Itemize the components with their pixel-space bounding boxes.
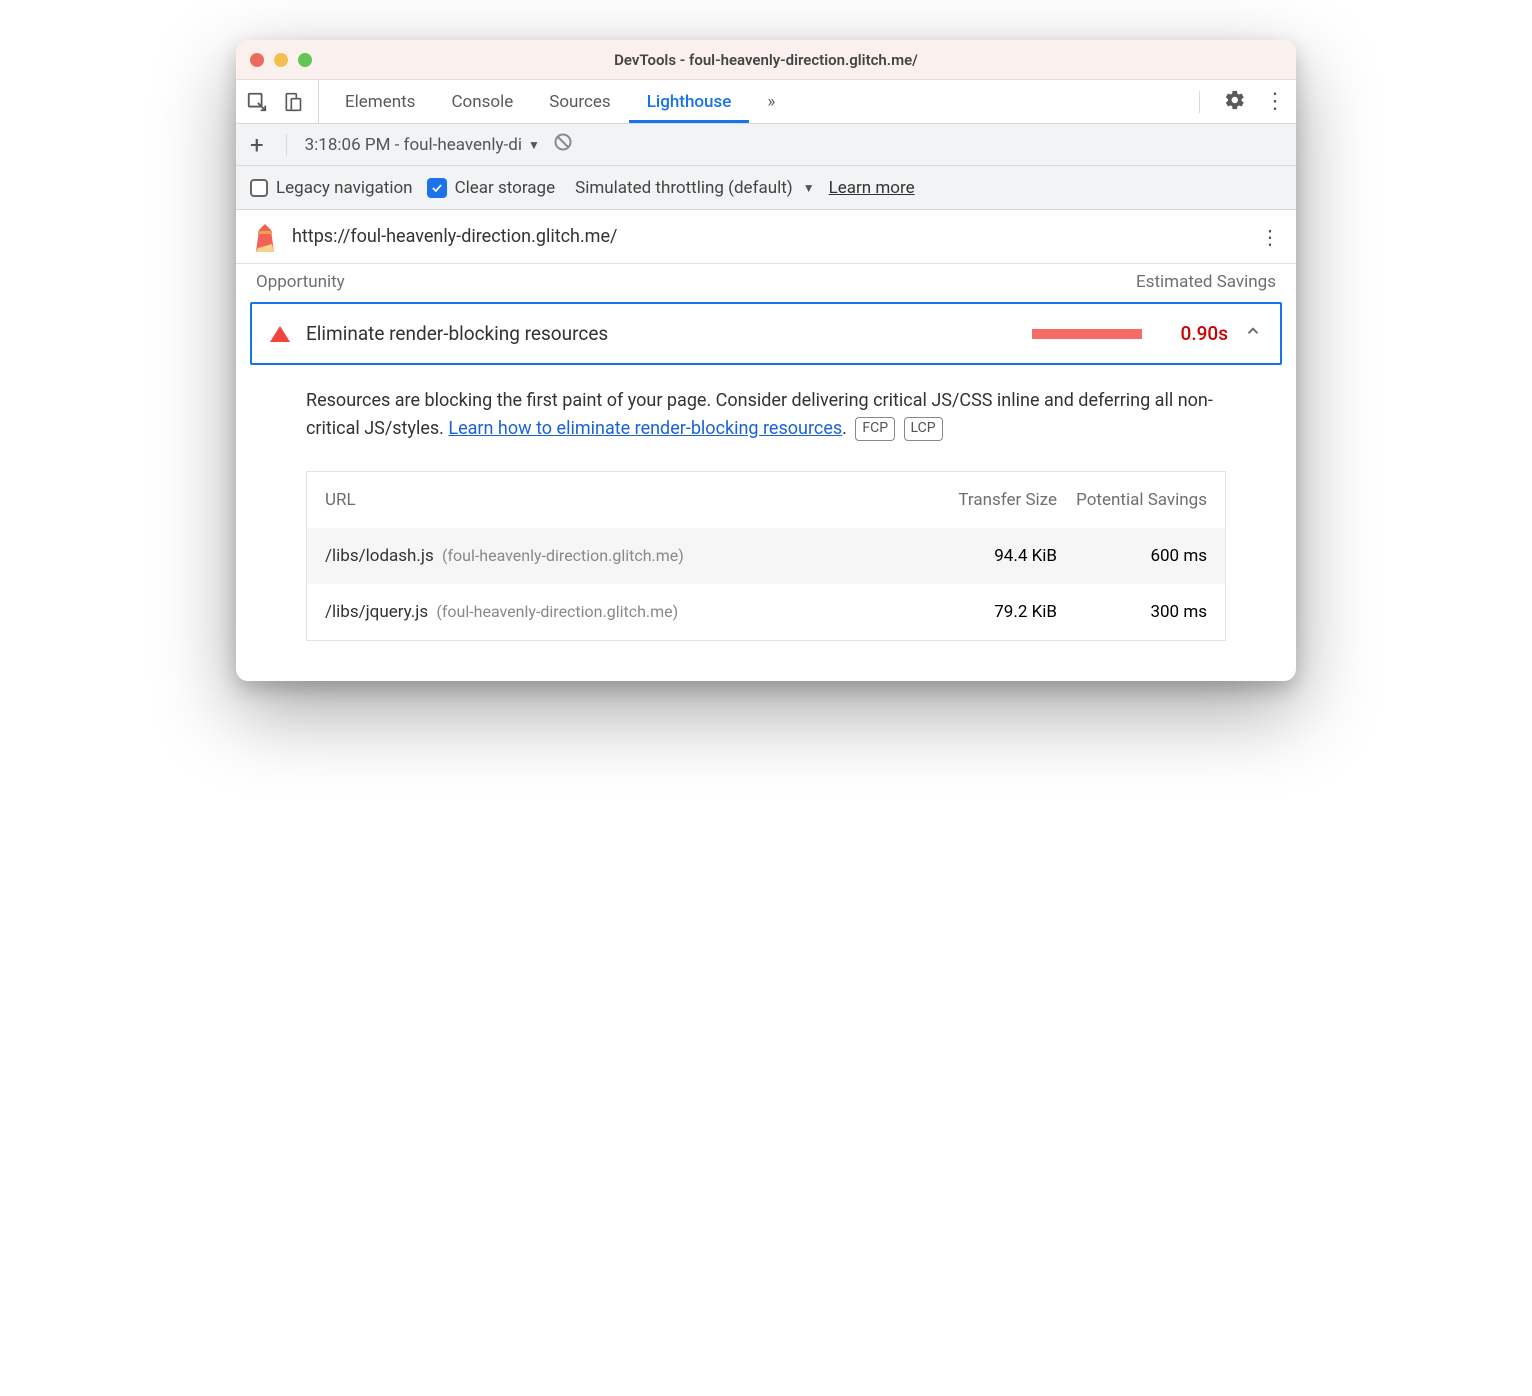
warning-triangle-icon <box>270 326 290 342</box>
chevron-down-icon: ▼ <box>528 138 540 152</box>
description-period: . <box>842 418 847 439</box>
vertical-dots-icon: ⋮ <box>1260 225 1280 249</box>
metric-pill-lcp: LCP <box>904 417 943 441</box>
device-toolbar-icon[interactable] <box>282 91 304 113</box>
chevron-up-icon <box>1244 322 1262 345</box>
resource-size: 94.4 KiB <box>927 546 1057 566</box>
learn-more-link[interactable]: Learn more <box>829 178 915 198</box>
report-url-row: https://foul-heavenly-direction.glitch.m… <box>236 210 1296 264</box>
new-report-button[interactable]: + <box>246 131 268 159</box>
clear-storage-label: Clear storage <box>455 178 556 198</box>
table-row: /libs/jquery.js (foul-heavenly-direction… <box>307 584 1225 640</box>
report-selector[interactable]: 3:18:06 PM - foul-heavenly-di ▼ <box>305 135 540 155</box>
more-menu-button[interactable]: ⋮ <box>1264 91 1286 113</box>
legacy-navigation-label: Legacy navigation <box>276 178 413 198</box>
opportunities-header-left: Opportunity <box>256 272 345 292</box>
clear-button[interactable] <box>552 134 574 156</box>
resource-host: (foul-heavenly-direction.glitch.me) <box>442 546 684 565</box>
lighthouse-options-bar: Legacy navigation Clear storage Simulate… <box>236 166 1296 210</box>
tab-lighthouse[interactable]: Lighthouse <box>629 80 750 123</box>
description-learn-link[interactable]: Learn how to eliminate render-blocking r… <box>448 418 842 439</box>
maximize-window-button[interactable] <box>298 53 312 67</box>
tab-elements[interactable]: Elements <box>327 80 433 123</box>
col-header-savings: Potential Savings <box>1067 490 1207 510</box>
savings-value: 0.90s <box>1158 322 1228 345</box>
chevron-right-double-icon: » <box>767 92 775 112</box>
plus-icon: + <box>250 131 264 159</box>
prohibit-icon <box>553 132 573 157</box>
panel-tabs: Elements Console Sources Lighthouse » <box>327 80 1181 123</box>
table-header-row: URL Transfer Size Potential Savings <box>307 472 1225 528</box>
clear-storage-checkbox[interactable]: Clear storage <box>427 178 556 198</box>
throttling-label: Simulated throttling (default) <box>575 178 793 198</box>
traffic-lights <box>250 53 312 67</box>
devtools-window: DevTools - foul-heavenly-direction.glitc… <box>236 40 1296 681</box>
resource-path[interactable]: /libs/lodash.js <box>325 546 434 566</box>
tab-sources[interactable]: Sources <box>531 80 628 123</box>
titlebar: DevTools - foul-heavenly-direction.glitc… <box>236 40 1296 80</box>
resource-size: 79.2 KiB <box>927 602 1057 622</box>
resources-table: URL Transfer Size Potential Savings /lib… <box>306 471 1226 641</box>
minimize-window-button[interactable] <box>274 53 288 67</box>
checkbox-unchecked-icon <box>250 179 268 197</box>
resource-savings: 600 ms <box>1067 546 1207 566</box>
metric-pill-fcp: FCP <box>855 417 895 441</box>
opportunity-title: Eliminate render-blocking resources <box>306 322 1016 345</box>
close-window-button[interactable] <box>250 53 264 67</box>
inspect-element-icon[interactable] <box>246 91 268 113</box>
opportunity-description: Resources are blocking the first paint o… <box>236 377 1296 461</box>
savings-bar <box>1032 329 1142 339</box>
throttling-selector[interactable]: Simulated throttling (default) ▼ <box>575 178 814 198</box>
resource-path[interactable]: /libs/jquery.js <box>325 602 428 622</box>
report-menu-button[interactable]: ⋮ <box>1260 225 1280 249</box>
opportunity-render-blocking[interactable]: Eliminate render-blocking resources 0.90… <box>250 302 1282 365</box>
chevron-down-icon: ▼ <box>803 181 815 195</box>
legacy-navigation-checkbox[interactable]: Legacy navigation <box>250 178 413 198</box>
divider <box>286 134 287 156</box>
resource-savings: 300 ms <box>1067 602 1207 622</box>
gear-icon <box>1224 89 1246 115</box>
report-selector-label: 3:18:06 PM - foul-heavenly-di <box>305 135 522 155</box>
opportunities-header-right: Estimated Savings <box>1136 272 1276 292</box>
lighthouse-toolbar: + 3:18:06 PM - foul-heavenly-di ▼ <box>236 124 1296 166</box>
opportunities-header: Opportunity Estimated Savings <box>236 264 1296 302</box>
tab-console[interactable]: Console <box>433 80 531 123</box>
table-row: /libs/lodash.js (foul-heavenly-direction… <box>307 528 1225 584</box>
tabs-row: Elements Console Sources Lighthouse » ⋮ <box>236 80 1296 124</box>
divider <box>1199 91 1200 113</box>
col-header-url: URL <box>325 490 917 510</box>
lighthouse-logo-icon <box>252 222 278 252</box>
report-url: https://foul-heavenly-direction.glitch.m… <box>292 226 617 247</box>
resource-host: (foul-heavenly-direction.glitch.me) <box>436 602 678 621</box>
collapse-button[interactable] <box>1244 322 1262 345</box>
checkbox-checked-icon <box>427 178 447 198</box>
settings-button[interactable] <box>1224 91 1246 113</box>
tabs-overflow[interactable]: » <box>749 80 793 123</box>
col-header-size: Transfer Size <box>927 490 1057 510</box>
window-title: DevTools - foul-heavenly-direction.glitc… <box>236 51 1296 69</box>
